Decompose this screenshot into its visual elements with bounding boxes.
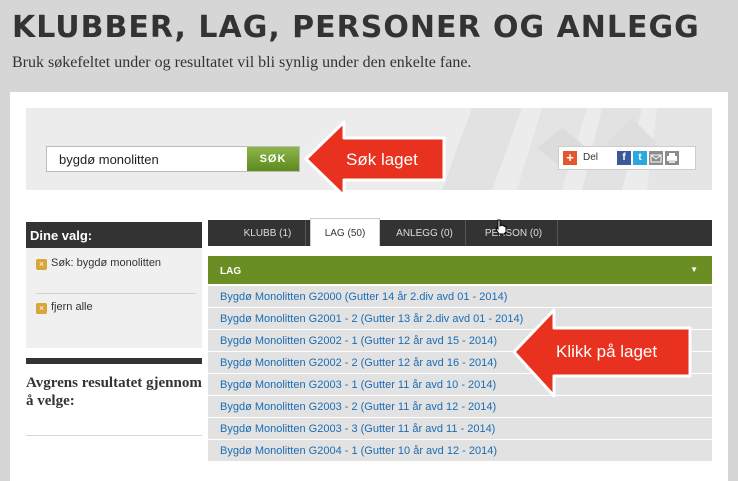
chip-label: fjern alle bbox=[51, 301, 93, 313]
divider bbox=[36, 293, 196, 294]
remove-icon[interactable]: × bbox=[36, 259, 47, 270]
chevron-down-icon[interactable]: ▼ bbox=[690, 265, 698, 274]
tab-klubb[interactable]: KLUBB (1) bbox=[230, 220, 306, 246]
tab-bar: KLUBB (1) LAG (50) ANLEGG (0) PERSON (0) bbox=[208, 218, 712, 246]
selections-header: Dine valg: bbox=[26, 222, 202, 248]
page-title: KLUBBER, LAG, PERSONER OG ANLEGG bbox=[12, 10, 700, 45]
results-header[interactable]: LAG ▼ bbox=[208, 256, 712, 284]
callout-search: Søk laget bbox=[302, 118, 450, 200]
divider bbox=[26, 435, 202, 436]
share-label[interactable]: Del bbox=[583, 152, 598, 163]
search-button[interactable]: SØK bbox=[247, 147, 299, 171]
results-header-label: LAG bbox=[220, 266, 242, 277]
clear-all-chip[interactable]: × fjern alle bbox=[36, 301, 93, 314]
print-icon[interactable] bbox=[665, 151, 679, 165]
share-toolbar: + Del f t bbox=[558, 146, 696, 170]
tab-lag[interactable]: LAG (50) bbox=[310, 218, 380, 246]
facebook-icon[interactable]: f bbox=[617, 151, 631, 165]
callout-list: Klikk på laget bbox=[510, 306, 696, 402]
tab-anlegg[interactable]: ANLEGG (0) bbox=[384, 220, 466, 246]
team-row[interactable]: Bygdø Monolitten G2003 - 3 (Gutter 11 år… bbox=[208, 418, 712, 440]
chip-label: Søk: bygdø monolitten bbox=[51, 257, 162, 269]
section-divider bbox=[26, 358, 202, 364]
search-box: SØK bbox=[46, 146, 300, 172]
hand-cursor-icon bbox=[495, 219, 507, 235]
callout-search-text: Søk laget bbox=[346, 150, 418, 169]
search-input[interactable] bbox=[47, 147, 247, 171]
page-subtitle: Bruk søkefeltet under og resultatet vil … bbox=[12, 54, 472, 71]
tab-person[interactable]: PERSON (0) bbox=[470, 220, 558, 246]
email-icon[interactable] bbox=[649, 151, 663, 165]
selection-chip-search[interactable]: × Søk: bygdø monolitten bbox=[36, 257, 161, 270]
twitter-icon[interactable]: t bbox=[633, 151, 647, 165]
selections-panel: × Søk: bygdø monolitten × fjern alle bbox=[26, 248, 202, 348]
filter-heading: Avgrens resultatet gjennom å velge: bbox=[26, 375, 202, 409]
team-row[interactable]: Bygdø Monolitten G2000 (Gutter 14 år 2.d… bbox=[208, 286, 712, 308]
plus-icon[interactable]: + bbox=[563, 151, 577, 165]
remove-icon[interactable]: × bbox=[36, 303, 47, 314]
callout-list-text: Klikk på laget bbox=[556, 342, 658, 361]
team-row[interactable]: Bygdø Monolitten G2004 - 1 (Gutter 10 år… bbox=[208, 440, 712, 462]
